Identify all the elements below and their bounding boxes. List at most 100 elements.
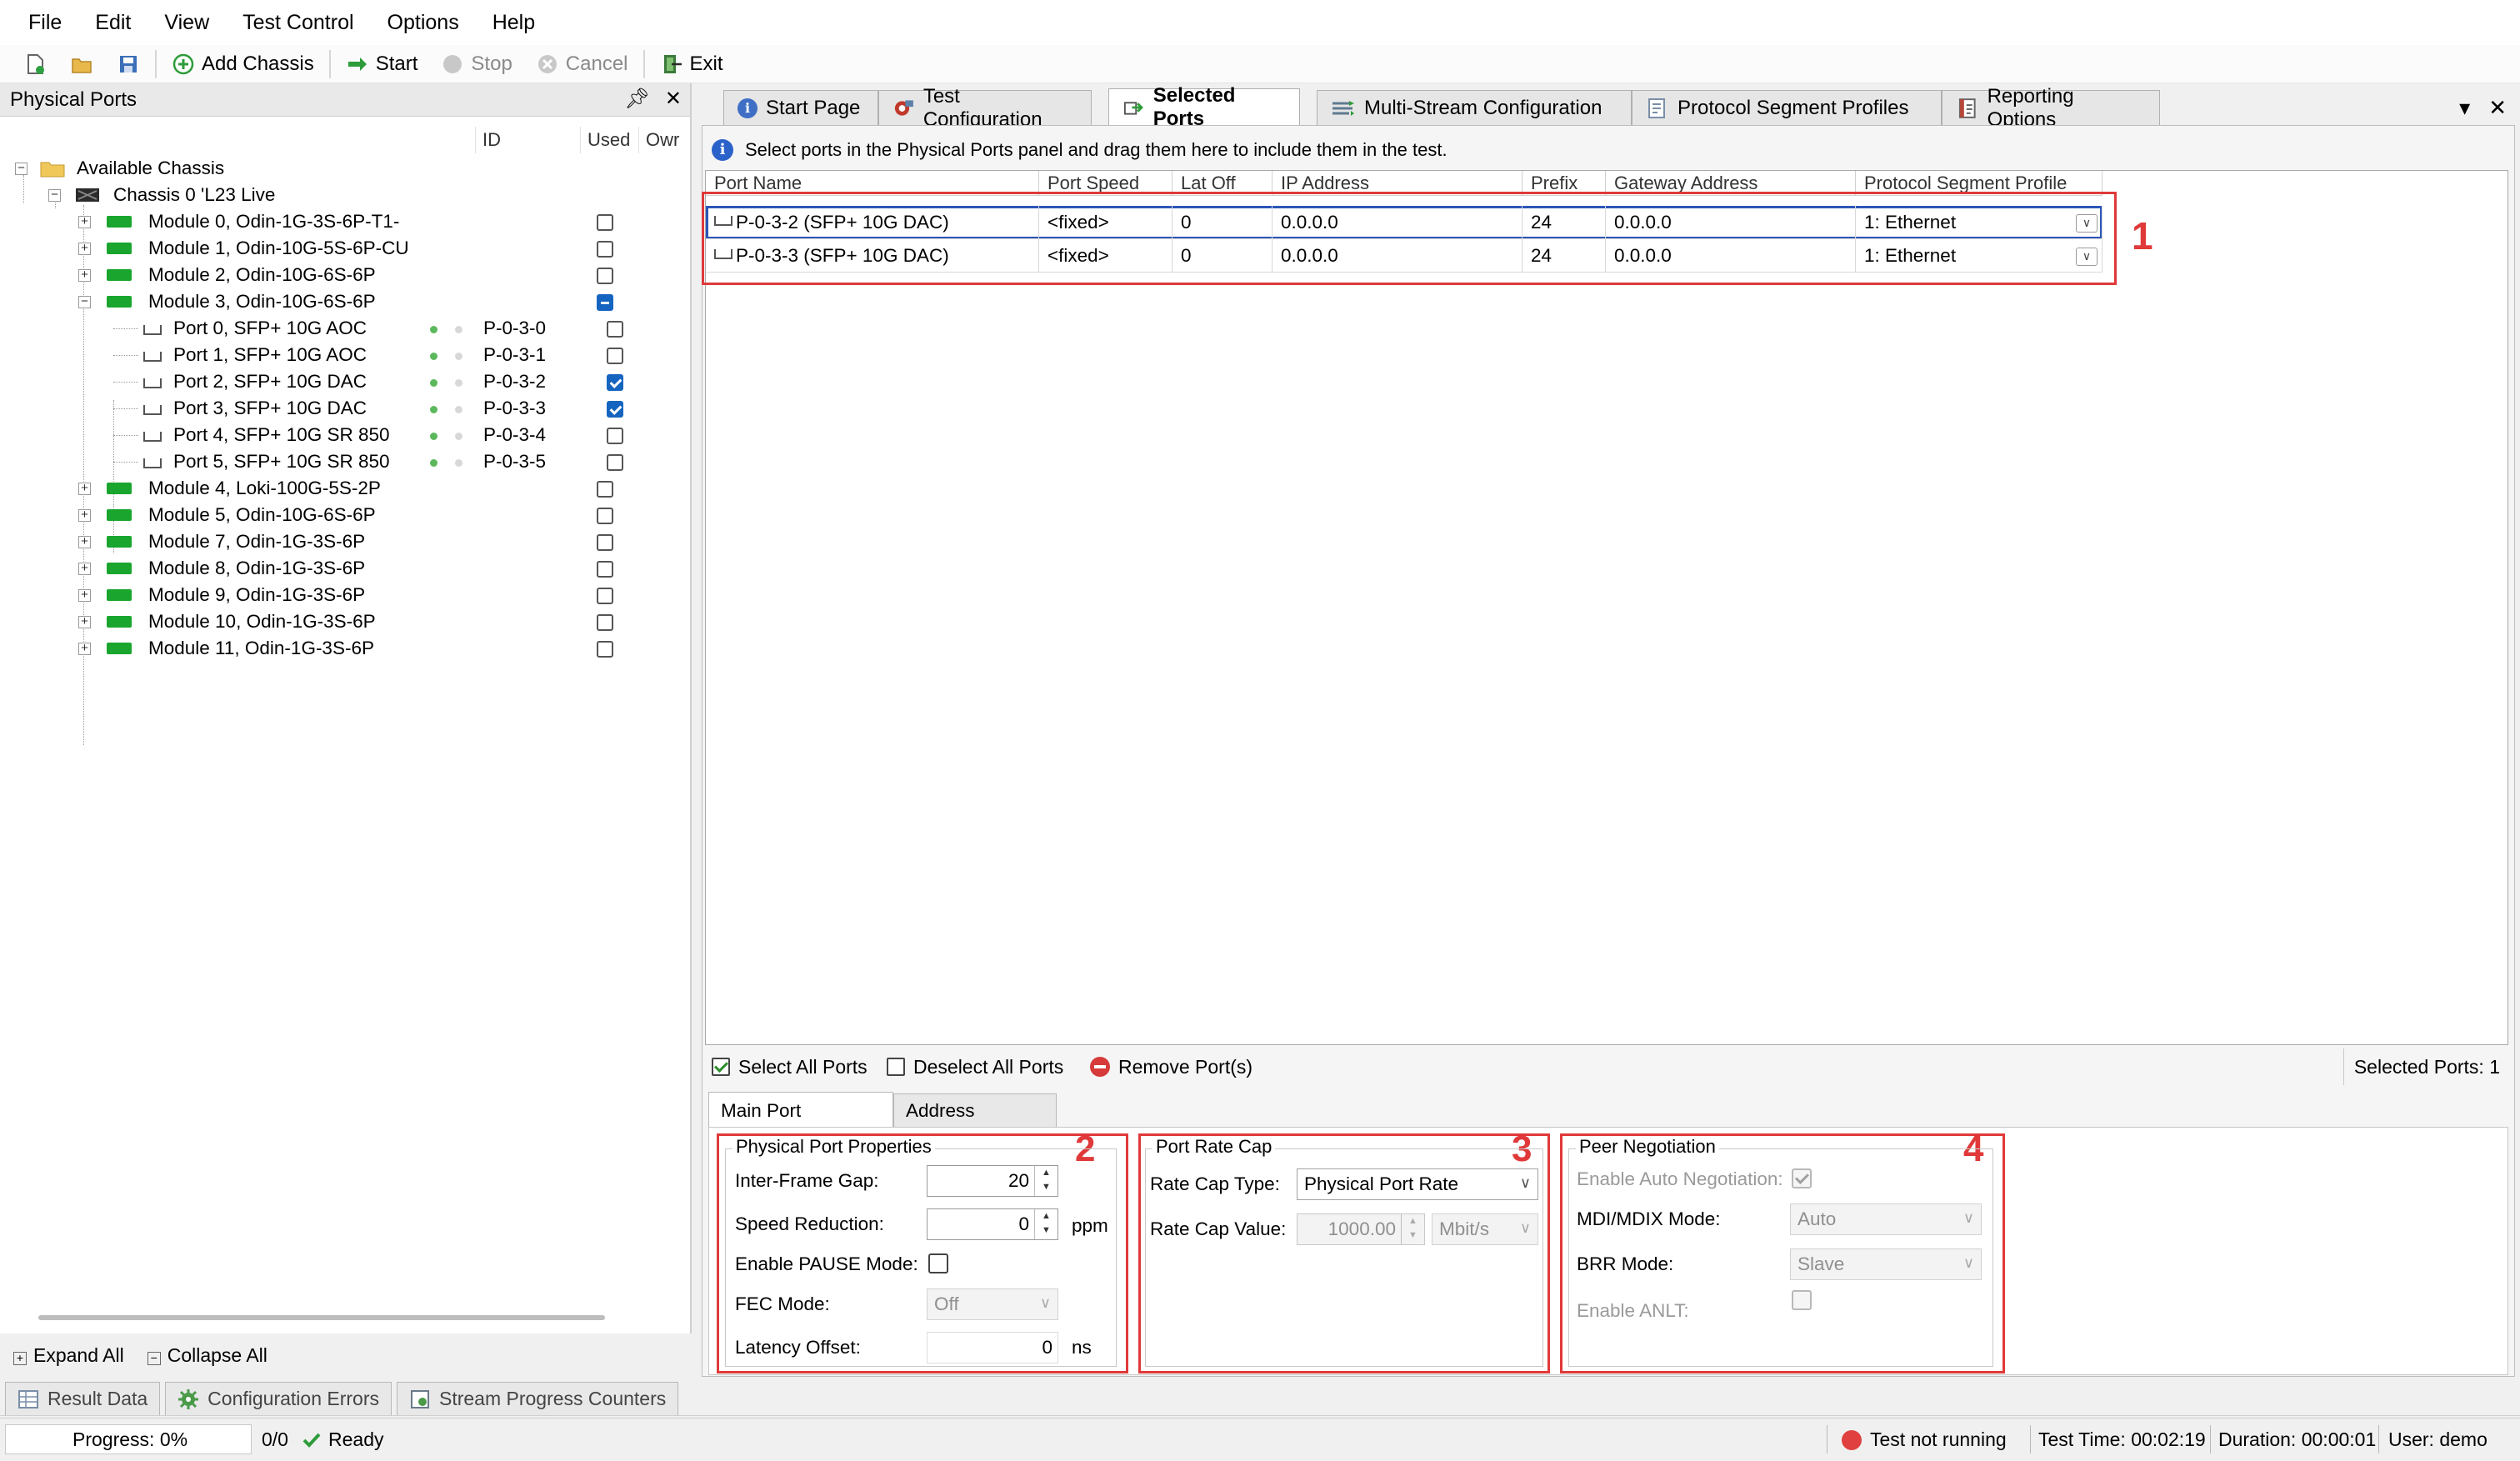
expand-toggle[interactable]: + <box>78 215 91 228</box>
used-checkbox[interactable] <box>597 561 613 578</box>
expand-all-button[interactable]: + Expand All <box>13 1344 124 1367</box>
used-checkbox[interactable] <box>597 588 613 604</box>
tab-stream-progress-counters[interactable]: Stream Progress Counters <box>396 1382 679 1415</box>
tree-row-module[interactable]: + Module 0, Odin-1G-3S-6P-T1- <box>0 208 690 235</box>
expand-toggle[interactable]: + <box>78 482 91 495</box>
collapse-toggle[interactable]: − <box>48 188 61 202</box>
tree-row-port[interactable]: Port 5, SFP+ 10G SR 850 P-0-3-5 <box>0 448 690 475</box>
expand-toggle[interactable]: + <box>78 268 91 282</box>
used-checkbox[interactable] <box>597 268 613 284</box>
stop-button[interactable]: Stop <box>429 48 523 81</box>
anlt-checkbox[interactable] <box>1792 1290 1812 1310</box>
used-checkbox[interactable] <box>597 508 613 524</box>
rate-cap-type-select[interactable]: Physical Port Rate ∨ <box>1297 1168 1538 1200</box>
menu-options[interactable]: Options <box>371 0 476 45</box>
speed-reduction-stepper[interactable]: 0 ▲ ▼ <box>927 1208 1058 1240</box>
expand-toggle[interactable]: + <box>78 588 91 602</box>
menu-help[interactable]: Help <box>476 0 552 45</box>
tree-row-module[interactable]: + Module 2, Odin-10G-6S-6P <box>0 262 690 288</box>
used-checkbox[interactable] <box>597 614 613 631</box>
ifg-stepper[interactable]: 20 ▲ ▼ <box>927 1165 1058 1197</box>
tree-row-module[interactable]: + Module 5, Odin-10G-6S-6P <box>0 502 690 528</box>
tab-list-dropdown-icon[interactable]: ▾ <box>2459 95 2470 121</box>
menu-test-control[interactable]: Test Control <box>226 0 370 45</box>
tab-protocol-segment-profiles[interactable]: Protocol Segment Profiles <box>1632 90 1942 125</box>
menu-file[interactable]: File <box>12 0 78 45</box>
pin-icon[interactable]: 📌︎ <box>624 87 649 111</box>
tree-row-chassis-0[interactable]: − Chassis 0 'L23 Live <box>0 182 690 208</box>
tree-row-module[interactable]: + Module 11, Odin-1G-3S-6P <box>0 635 690 662</box>
used-checkbox[interactable] <box>607 454 623 471</box>
rate-cap-unit-select[interactable]: Mbit/s ∨ <box>1432 1213 1538 1245</box>
collapse-toggle[interactable]: − <box>78 295 91 308</box>
expand-toggle[interactable]: + <box>78 562 91 575</box>
tab-reporting-options[interactable]: Reporting Options <box>1942 85 2160 131</box>
menu-edit[interactable]: Edit <box>78 0 148 45</box>
horizontal-scrollbar[interactable] <box>38 1315 605 1320</box>
tree-row-module[interactable]: + Module 1, Odin-10G-5S-6P-CU <box>0 235 690 262</box>
tree-row-port[interactable]: Port 4, SFP+ 10G SR 850 P-0-3-4 <box>0 422 690 448</box>
rate-cap-value-stepper[interactable]: 1000.00 ▲ ▼ <box>1297 1213 1425 1245</box>
tab-selected-ports[interactable]: Selected Ports <box>1108 84 1300 130</box>
exit-button[interactable]: Exit <box>648 48 735 81</box>
used-checkbox[interactable] <box>597 534 613 551</box>
new-file-button[interactable] <box>12 48 58 81</box>
latency-offset-input[interactable]: 0 <box>927 1332 1058 1363</box>
brr-mode-select[interactable]: Slave ∨ <box>1790 1248 1982 1280</box>
remove-ports-button[interactable]: Remove Port(s) <box>1090 1048 1252 1085</box>
tree-row-port[interactable]: Port 3, SFP+ 10G DAC P-0-3-3 <box>0 395 690 422</box>
used-checkbox[interactable] <box>597 641 613 658</box>
used-checkbox[interactable] <box>597 214 613 231</box>
tree-row-module[interactable]: + Module 9, Odin-1G-3S-6P <box>0 582 690 608</box>
fec-mode-select[interactable]: Off ∨ <box>927 1288 1058 1320</box>
tree-row-module-3[interactable]: − Module 3, Odin-10G-6S-6P <box>0 288 690 315</box>
expand-toggle[interactable]: + <box>78 615 91 628</box>
tree-row-port[interactable]: Port 0, SFP+ 10G AOC P-0-3-0 <box>0 315 690 342</box>
used-checkbox-checked[interactable] <box>607 374 623 391</box>
cancel-button[interactable]: Cancel <box>524 48 640 81</box>
tree-row-port[interactable]: Port 2, SFP+ 10G DAC P-0-3-2 <box>0 368 690 395</box>
mdi-mode-select[interactable]: Auto ∨ <box>1790 1203 1982 1235</box>
close-tab-icon[interactable]: ✕ <box>2488 95 2507 121</box>
menu-view[interactable]: View <box>148 0 226 45</box>
auto-negotiation-checkbox[interactable] <box>1792 1168 1812 1188</box>
collapse-all-button[interactable]: − Collapse All <box>147 1344 268 1367</box>
expand-toggle[interactable]: + <box>78 642 91 655</box>
expand-toggle[interactable]: + <box>78 508 91 522</box>
tree-row-available-chassis[interactable]: − Available Chassis <box>0 155 690 182</box>
used-checkbox-checked[interactable] <box>607 401 623 418</box>
used-checkbox[interactable] <box>607 321 623 338</box>
collapse-toggle[interactable]: − <box>15 162 28 175</box>
used-checkbox-partial[interactable] <box>597 294 613 311</box>
tree-row-module[interactable]: + Module 7, Odin-1G-3S-6P <box>0 528 690 555</box>
tab-address-properties[interactable]: Address Properties <box>893 1093 1057 1154</box>
spin-arrows-icon[interactable]: ▲ ▼ <box>1034 1166 1058 1196</box>
save-button[interactable] <box>105 48 152 81</box>
select-all-ports-button[interactable]: Select All Ports <box>712 1048 868 1085</box>
tab-result-data[interactable]: Result Data <box>5 1382 161 1415</box>
tree-row-port[interactable]: Port 1, SFP+ 10G AOC P-0-3-1 <box>0 342 690 368</box>
tab-multi-stream-configuration[interactable]: Multi-Stream Configuration <box>1317 90 1632 125</box>
tab-start-page[interactable]: i Start Page <box>723 90 878 125</box>
start-button[interactable]: Start <box>334 48 430 81</box>
close-icon[interactable]: ✕ <box>665 87 682 111</box>
spin-arrows-icon[interactable]: ▲ ▼ <box>1034 1209 1058 1239</box>
deselect-all-ports-button[interactable]: Deselect All Ports <box>887 1048 1063 1085</box>
expand-toggle[interactable]: + <box>78 242 91 255</box>
tree-row-module[interactable]: + Module 4, Loki-100G-5S-2P <box>0 475 690 502</box>
used-checkbox[interactable] <box>597 241 613 258</box>
used-checkbox[interactable] <box>597 481 613 498</box>
used-checkbox[interactable] <box>607 348 623 364</box>
open-folder-button[interactable] <box>58 48 105 81</box>
expand-toggle[interactable]: + <box>78 535 91 548</box>
column-owner[interactable]: Owr <box>638 127 690 153</box>
pause-mode-checkbox[interactable] <box>928 1253 948 1273</box>
add-chassis-button[interactable]: Add Chassis <box>160 48 326 81</box>
used-checkbox[interactable] <box>607 428 623 444</box>
tab-main-port-properties[interactable]: Main Port Properties <box>708 1092 893 1158</box>
tab-test-configuration[interactable]: Test Configuration <box>878 85 1092 131</box>
tab-configuration-errors[interactable]: Configuration Errors <box>165 1382 392 1415</box>
column-id[interactable]: ID <box>475 127 580 153</box>
spin-arrows-icon[interactable]: ▲ ▼ <box>1401 1214 1424 1244</box>
column-used[interactable]: Used <box>580 127 638 153</box>
